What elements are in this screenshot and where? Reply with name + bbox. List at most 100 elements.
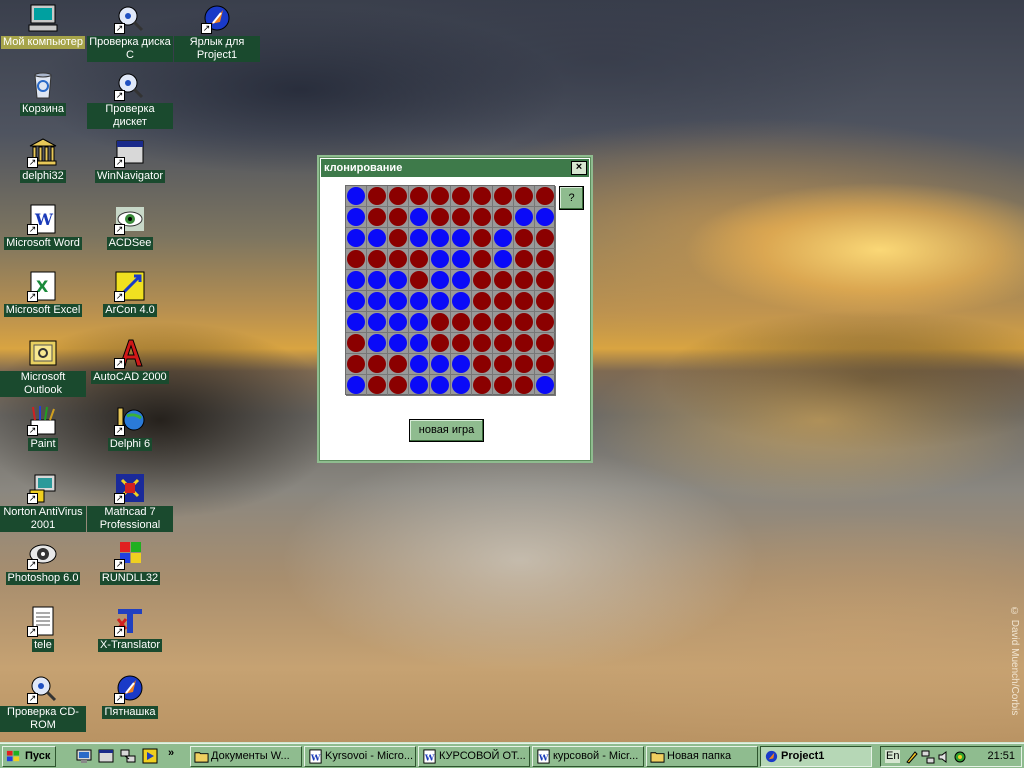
- board-cell[interactable]: [367, 270, 388, 291]
- taskbar-button-project1[interactable]: Project1: [760, 746, 872, 767]
- board-cell[interactable]: [472, 228, 493, 249]
- board-cell[interactable]: [430, 291, 451, 312]
- board-cell[interactable]: [388, 291, 409, 312]
- desktop-icon-mathcad[interactable]: ↗ Mathcad 7 Professional: [87, 472, 173, 536]
- board-cell[interactable]: [367, 228, 388, 249]
- board-cell[interactable]: [451, 228, 472, 249]
- desktop-icon-delphi32[interactable]: ↗ delphi32: [0, 136, 86, 194]
- board-cell[interactable]: [493, 291, 514, 312]
- desktop-icon-my-computer[interactable]: Мой компьютер: [0, 2, 86, 60]
- board-cell[interactable]: [493, 207, 514, 228]
- board-cell[interactable]: [451, 291, 472, 312]
- board-cell[interactable]: [451, 207, 472, 228]
- board-cell[interactable]: [493, 270, 514, 291]
- board-cell[interactable]: [346, 249, 367, 270]
- desktop-icon-15-puzzle[interactable]: ↗ Пятнашка: [87, 672, 173, 730]
- board-cell[interactable]: [409, 375, 430, 396]
- board-cell[interactable]: [514, 228, 535, 249]
- board-cell[interactable]: [430, 186, 451, 207]
- taskbar-button-kursovoi[interactable]: W курсовой - Micr...: [532, 746, 644, 767]
- board-cell[interactable]: [367, 207, 388, 228]
- board-cell[interactable]: [514, 375, 535, 396]
- board-cell[interactable]: [451, 312, 472, 333]
- board-cell[interactable]: [472, 291, 493, 312]
- board-cell[interactable]: [346, 312, 367, 333]
- board-cell[interactable]: [472, 186, 493, 207]
- network-icon[interactable]: [120, 748, 136, 764]
- board-cell[interactable]: [514, 249, 535, 270]
- board-cell[interactable]: [409, 249, 430, 270]
- board-cell[interactable]: [388, 312, 409, 333]
- board-cell[interactable]: [493, 249, 514, 270]
- network-tray-icon[interactable]: [921, 750, 935, 764]
- desktop-icon-project1-shortcut[interactable]: ↗ Ярлык для Project1: [174, 2, 260, 62]
- board-cell[interactable]: [409, 270, 430, 291]
- board-cell[interactable]: [514, 333, 535, 354]
- board-cell[interactable]: [430, 228, 451, 249]
- board-cell[interactable]: [493, 333, 514, 354]
- board-cell[interactable]: [535, 186, 556, 207]
- board-cell[interactable]: [430, 312, 451, 333]
- board-cell[interactable]: [472, 375, 493, 396]
- antivirus-tray-icon[interactable]: [953, 750, 967, 764]
- start-button[interactable]: Пуск: [2, 746, 56, 767]
- board-cell[interactable]: [535, 312, 556, 333]
- board-cell[interactable]: [346, 375, 367, 396]
- language-indicator[interactable]: En: [885, 750, 901, 763]
- board-cell[interactable]: [388, 249, 409, 270]
- board-cell[interactable]: [451, 186, 472, 207]
- board-cell[interactable]: [514, 312, 535, 333]
- board-cell[interactable]: [451, 270, 472, 291]
- board-cell[interactable]: [535, 291, 556, 312]
- board-cell[interactable]: [388, 228, 409, 249]
- board-cell[interactable]: [514, 207, 535, 228]
- board-cell[interactable]: [346, 207, 367, 228]
- board-cell[interactable]: [493, 375, 514, 396]
- board-cell[interactable]: [430, 333, 451, 354]
- taskbar-button-kyrsovoi[interactable]: W Kyrsovoi - Micro...: [304, 746, 416, 767]
- board-cell[interactable]: [493, 354, 514, 375]
- board-cell[interactable]: [451, 249, 472, 270]
- desktop-icon-norton-antivirus[interactable]: ↗ Norton AntiVirus 2001: [0, 472, 86, 536]
- board-cell[interactable]: [367, 186, 388, 207]
- desktop-icon-microsoft-excel[interactable]: X ↗ Microsoft Excel: [0, 270, 86, 328]
- window-icon[interactable]: [98, 748, 114, 764]
- media-icon[interactable]: [142, 748, 158, 764]
- desktop-icon-check-disk-c[interactable]: ↗ Проверка диска C: [87, 2, 173, 62]
- board-cell[interactable]: [430, 354, 451, 375]
- board-cell[interactable]: [535, 228, 556, 249]
- board-cell[interactable]: [388, 354, 409, 375]
- desktop-icon-photoshop[interactable]: ↗ Photoshop 6.0: [0, 538, 86, 596]
- board-cell[interactable]: [535, 375, 556, 396]
- desktop-icon-rundll32[interactable]: ↗ RUNDLL32: [87, 538, 173, 596]
- board-cell[interactable]: [409, 291, 430, 312]
- board-cell[interactable]: [535, 249, 556, 270]
- board-cell[interactable]: [409, 228, 430, 249]
- board-cell[interactable]: [409, 207, 430, 228]
- board-cell[interactable]: [367, 375, 388, 396]
- board-cell[interactable]: [409, 333, 430, 354]
- taskbar-button-new-folder[interactable]: Новая папка: [646, 746, 758, 767]
- board-cell[interactable]: [367, 249, 388, 270]
- desktop-icon-acdsee[interactable]: ↗ ACDSee: [87, 203, 173, 261]
- board-cell[interactable]: [346, 291, 367, 312]
- board-cell[interactable]: [388, 270, 409, 291]
- board-cell[interactable]: [346, 333, 367, 354]
- board-cell[interactable]: [346, 270, 367, 291]
- desktop-icon-check-cdrom[interactable]: ↗ Проверка CD-ROM: [0, 672, 86, 736]
- desktop-icon-microsoft-word[interactable]: W ↗ Microsoft Word: [0, 203, 86, 261]
- quick-launch-overflow[interactable]: »: [168, 747, 174, 759]
- help-button[interactable]: ?: [559, 186, 584, 210]
- board-cell[interactable]: [514, 186, 535, 207]
- desktop-icon-arcon[interactable]: ↗ ArCon 4.0: [87, 270, 173, 328]
- board-cell[interactable]: [451, 375, 472, 396]
- board-cell[interactable]: [430, 249, 451, 270]
- board-cell[interactable]: [535, 354, 556, 375]
- board-cell[interactable]: [493, 312, 514, 333]
- board-cell[interactable]: [430, 207, 451, 228]
- board-cell[interactable]: [388, 375, 409, 396]
- board-cell[interactable]: [367, 333, 388, 354]
- desktop-icon-tele[interactable]: ↗ tele: [0, 605, 86, 663]
- taskbar-button-kursovoi-ot[interactable]: W КУРСОВОЙ ОТ...: [418, 746, 530, 767]
- board-cell[interactable]: [409, 186, 430, 207]
